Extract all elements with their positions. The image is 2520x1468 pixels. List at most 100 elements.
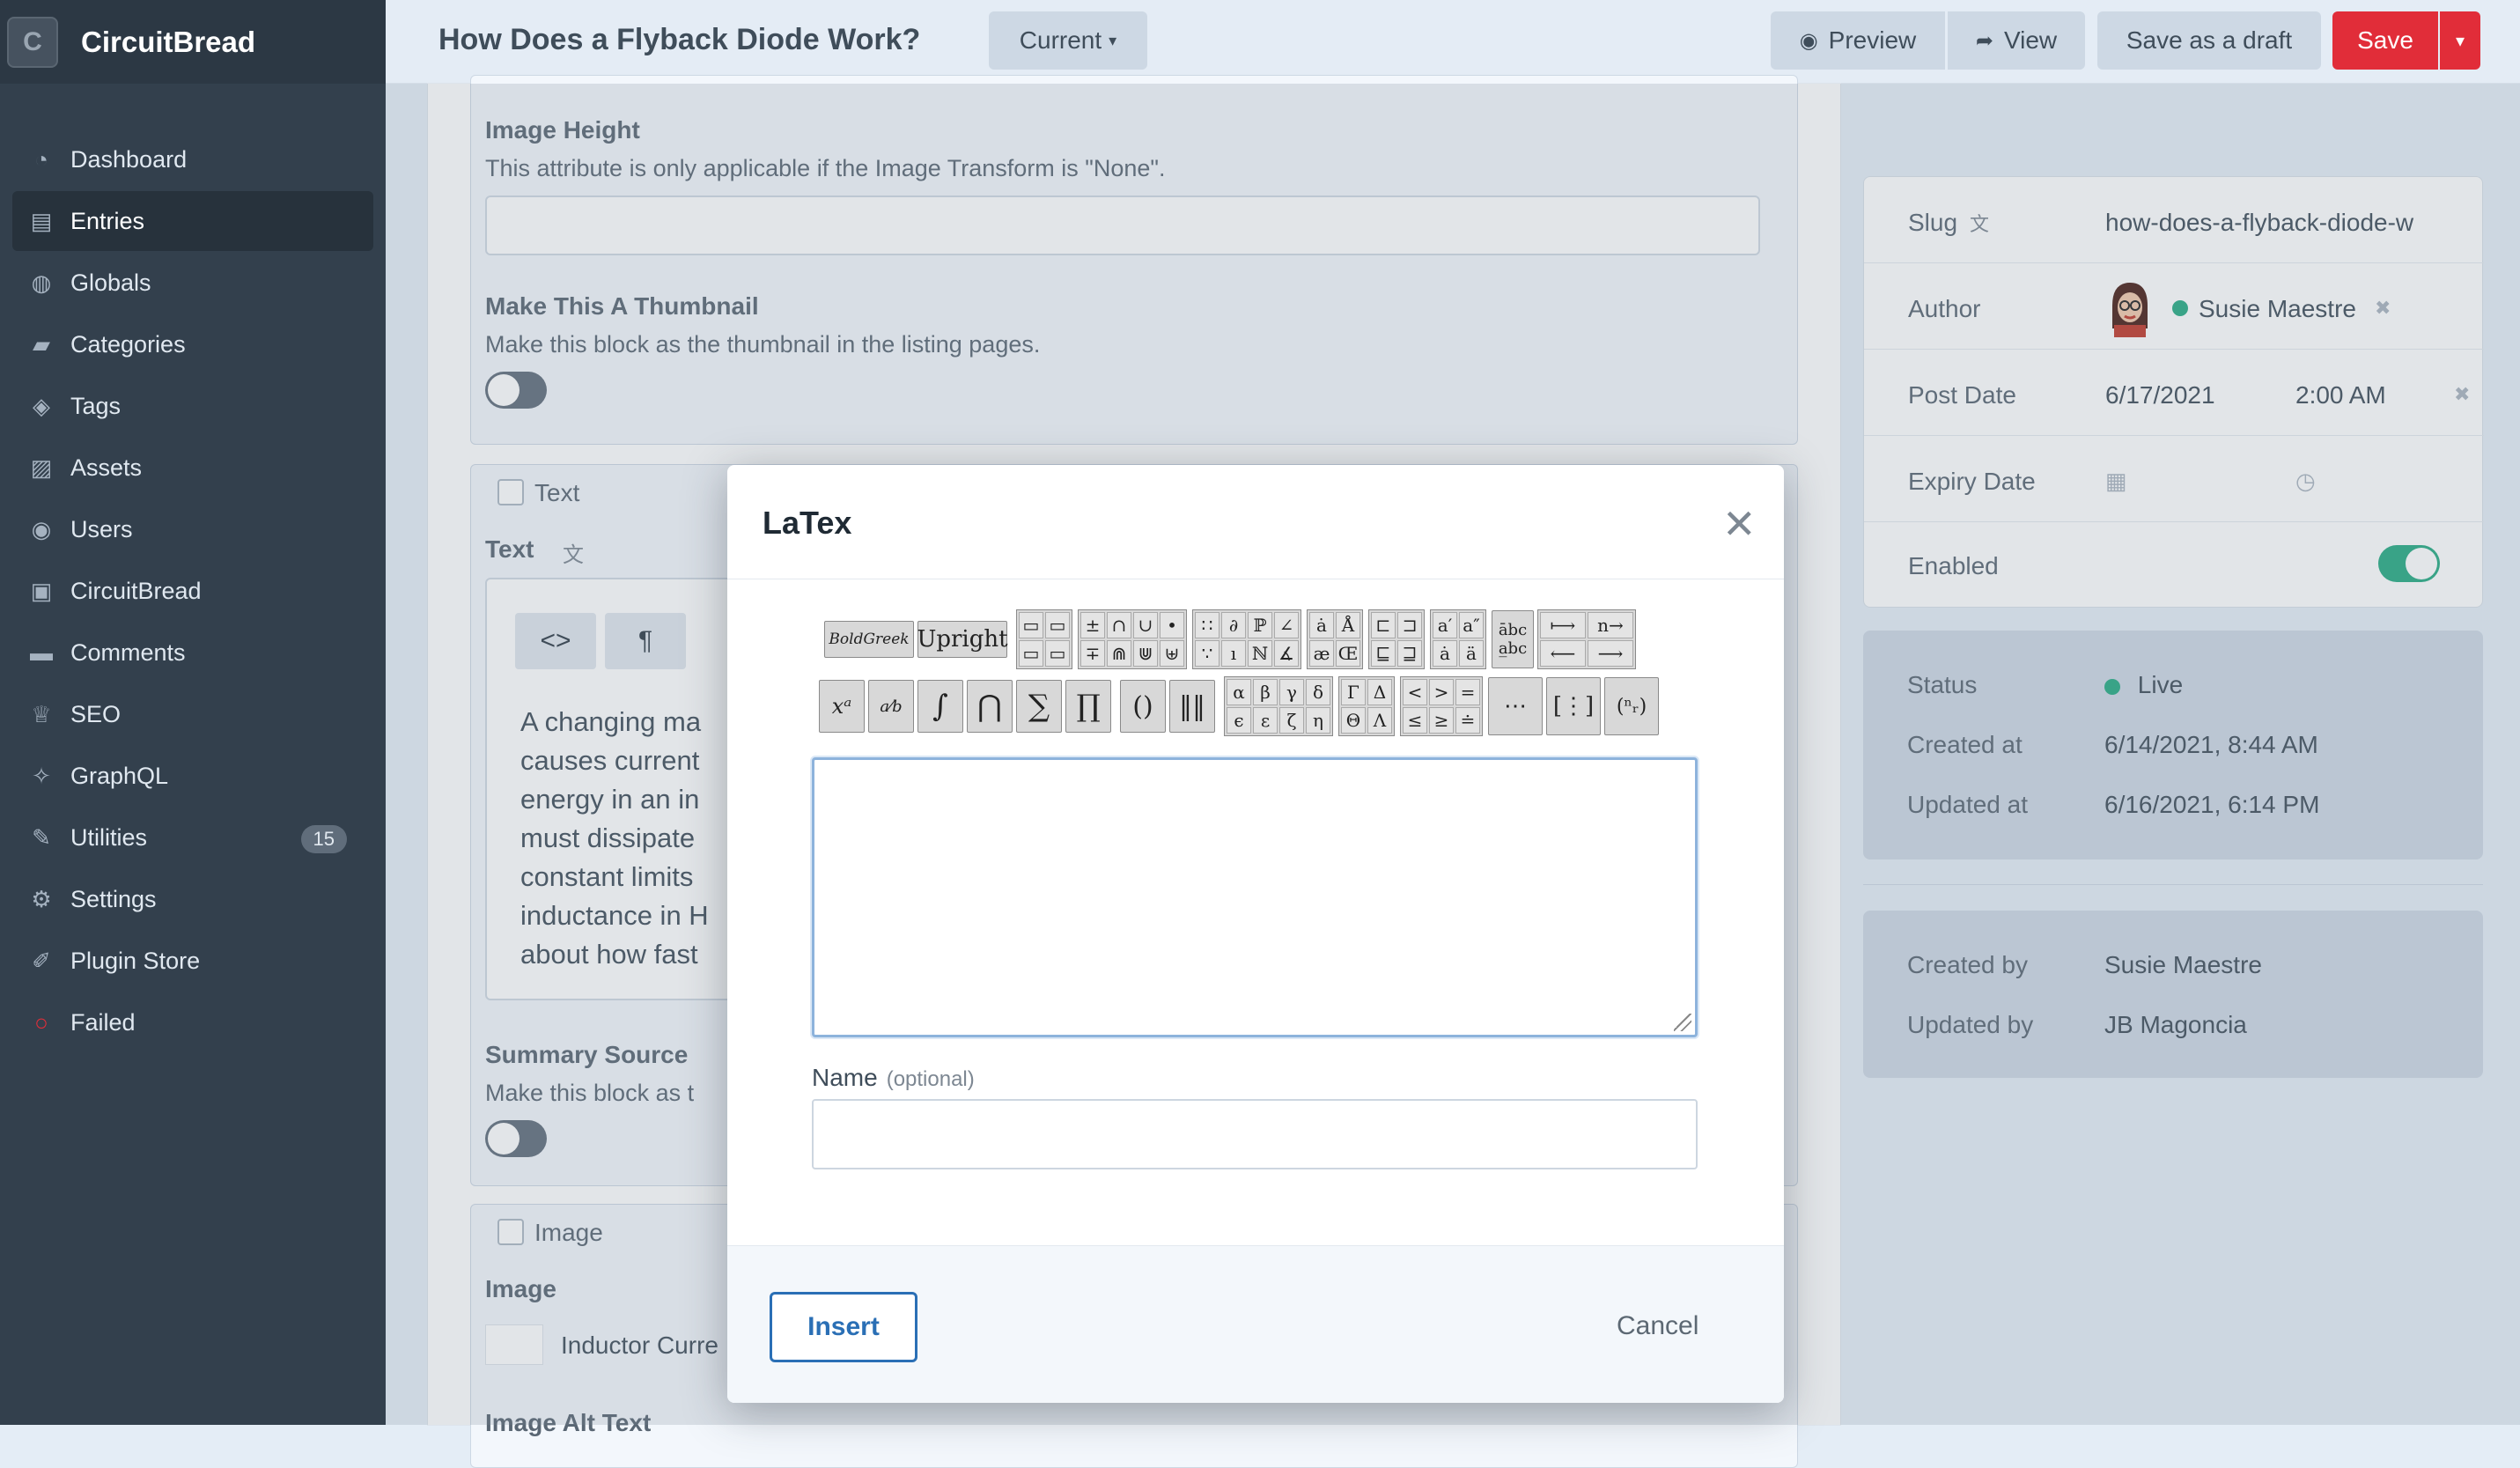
sidebar-item-label: Utilities: [70, 823, 148, 851]
name-field-label: Name (optional): [812, 1064, 975, 1092]
sidebar-item-label: Entries: [70, 207, 145, 234]
sidebar-item-label: GraphQL: [70, 762, 169, 789]
image-icon: ▨: [30, 454, 53, 481]
sidebar-item-label: Plugin Store: [70, 947, 201, 974]
sidebar-nav: ◔ Dashboard ▤ Entries ◍ Globals ▰ Categories ◈ Ta…: [0, 129, 386, 1052]
sidebar-item-label: Tags: [70, 392, 122, 419]
plug-icon: ✐: [32, 947, 51, 974]
superscript-button[interactable]: xᵃ: [819, 680, 865, 733]
save-options-button[interactable]: ▾: [2440, 11, 2480, 70]
latex-input[interactable]: [812, 757, 1698, 1037]
sidebar-item-label: CircuitBread: [70, 577, 202, 604]
brackets-button[interactable]: [⋮]: [1546, 677, 1601, 735]
name-label: Name: [812, 1064, 878, 1091]
entries-icon: ▤: [30, 207, 53, 234]
overline-button[interactable]: ābc a̲bc: [1492, 610, 1534, 668]
integral-button[interactable]: ∫: [917, 680, 963, 733]
upright-button[interactable]: Upright: [917, 621, 1008, 658]
equation-toolbar-row-1: BoldGreek Upright ▭ ▭ ▭ ▭ ± ∩ ∪ • ∓ ⋒ ⋓ ⊎ ∷ ∂ ℙ ∠ ∵ ı ℕ ∡…: [824, 609, 1641, 669]
arrows-palette[interactable]: ⟼ n→ ⟵ ⟶: [1537, 609, 1636, 669]
matrix-palette[interactable]: ▭ ▭ ▭ ▭: [1016, 609, 1072, 669]
plugin-icon: ▣: [30, 577, 53, 604]
sidebar-item-settings[interactable]: ⚙ Settings: [12, 869, 373, 929]
share-icon: ➦: [1975, 28, 1993, 53]
modal-title: LaTex: [763, 505, 852, 541]
sidebar-item-comments[interactable]: ▬ Comments: [12, 623, 373, 682]
sidebar-item-label: Assets: [70, 454, 143, 481]
sidebar-item-categories[interactable]: ▰ Categories: [12, 314, 373, 374]
close-icon[interactable]: ✕: [1722, 504, 1757, 544]
primes-palette[interactable]: a′ a″ ȧ ä: [1430, 609, 1486, 669]
page-title: How Does a Flyback Diode Work?: [438, 23, 921, 56]
accents-palette[interactable]: ȧÅæŒ: [1307, 609, 1363, 669]
equation-toolbar-row-2: xᵃ a⁄b ∫ ⋂ ∑ ∏ () ‖‖ αβγδϵεζη ΓΔΘΛ < > = ≤ ≥…: [819, 676, 1662, 736]
operators-palette[interactable]: ± ∩ ∪ • ∓ ⋒ ⋓ ⊎: [1078, 609, 1187, 669]
sidebar-item-label: Globals: [70, 269, 151, 296]
trophy-icon: ♕: [31, 700, 52, 727]
product-button[interactable]: ∏: [1065, 680, 1111, 733]
insert-button[interactable]: Insert: [770, 1292, 917, 1362]
resize-handle-icon[interactable]: [1674, 1014, 1691, 1031]
sidebar-item-label: SEO: [70, 700, 122, 727]
eye-icon: ◉: [1799, 28, 1818, 53]
sidebar-item-label: Users: [70, 515, 133, 542]
wrench-icon: ✎: [32, 823, 51, 851]
view-label: View: [2003, 26, 2058, 54]
save-draft-label: Save as a draft: [2126, 26, 2293, 54]
sidebar-item-dashboard[interactable]: ◔ Dashboard: [12, 129, 373, 189]
modal-footer: Insert Cancel: [727, 1245, 1784, 1403]
sidebar-item-globals[interactable]: ◍ Globals: [12, 253, 373, 313]
sidebar-item-failed[interactable]: ○ Failed: [12, 992, 373, 1052]
dots-button[interactable]: ⋯: [1488, 677, 1543, 735]
revision-label: Current: [1019, 26, 1102, 54]
comment-icon: ▬: [30, 638, 53, 666]
sidebar-item-label: Settings: [70, 885, 157, 912]
sidebar-item-users[interactable]: ◉ Users: [12, 499, 373, 559]
preview-button[interactable]: ◉ Preview: [1771, 11, 1945, 70]
folder-icon: ▰: [33, 330, 50, 358]
chevron-down-icon: ▾: [2455, 31, 2465, 51]
chevron-down-icon: ▾: [1109, 31, 1117, 49]
save-label: Save: [2357, 26, 2413, 54]
save-button[interactable]: Save: [2332, 11, 2438, 70]
sidebar-item-utilities[interactable]: ✎ Utilities 15: [12, 808, 373, 867]
modal-header: LaTex ✕: [727, 465, 1784, 579]
revision-menu-button[interactable]: Current ▾: [989, 11, 1147, 70]
parentheses-button[interactable]: (): [1120, 680, 1166, 733]
fraction-button[interactable]: a⁄b: [868, 680, 914, 733]
subsets-palette[interactable]: ⊏ ⊐ ⊑ ⊒: [1368, 609, 1425, 669]
brand[interactable]: C CircuitBread: [0, 0, 386, 84]
intersection-button[interactable]: ⋂: [967, 680, 1013, 733]
binomial-button[interactable]: (ⁿᵣ): [1604, 677, 1659, 735]
sidebar-item-circuitbread[interactable]: ▣ CircuitBread: [12, 561, 373, 621]
greek-lower-palette[interactable]: αβγδϵεζη: [1224, 676, 1333, 736]
relations-palette[interactable]: < > = ≤ ≥ ≐: [1400, 676, 1483, 736]
sidebar-item-label: Categories: [70, 330, 186, 358]
view-button[interactable]: ➦ View: [1948, 11, 2085, 70]
site-logo: C: [7, 16, 58, 68]
header: How Does a Flyback Diode Work? Current ▾ …: [386, 0, 2520, 84]
sidebar-item-label: Comments: [70, 638, 186, 666]
save-draft-button[interactable]: Save as a draft: [2097, 11, 2321, 70]
boldgreek-button[interactable]: BoldGreek: [824, 621, 914, 658]
failed-icon: ○: [34, 1008, 48, 1036]
sum-button[interactable]: ∑: [1016, 680, 1062, 733]
cancel-button[interactable]: Cancel: [1617, 1311, 1698, 1341]
sidebar-item-label: Dashboard: [70, 145, 188, 173]
name-input[interactable]: [812, 1099, 1698, 1169]
sidebar-item-entries[interactable]: ▤ Entries: [12, 191, 373, 251]
sidebar-item-tags[interactable]: ◈ Tags: [12, 376, 373, 436]
sidebar-item-label: Failed: [70, 1008, 136, 1036]
norm-button[interactable]: ‖‖: [1169, 680, 1215, 733]
sidebar-item-plugin-store[interactable]: ✐ Plugin Store: [12, 931, 373, 991]
globe-icon: ◍: [31, 269, 52, 296]
sidebar-item-assets[interactable]: ▨ Assets: [12, 438, 373, 498]
site-name: CircuitBread: [81, 25, 256, 58]
graphql-icon: ✧: [32, 762, 51, 789]
sidebar-item-seo[interactable]: ♕ SEO: [12, 684, 373, 744]
greek-upper-palette[interactable]: ΓΔΘΛ: [1338, 676, 1395, 736]
symbols-palette[interactable]: ∷ ∂ ℙ ∠ ∵ ı ℕ ∡: [1192, 609, 1301, 669]
sidebar-item-graphql[interactable]: ✧ GraphQL: [12, 746, 373, 806]
dashboard-icon: ◔: [34, 145, 48, 173]
tag-icon: ◈: [33, 392, 50, 419]
